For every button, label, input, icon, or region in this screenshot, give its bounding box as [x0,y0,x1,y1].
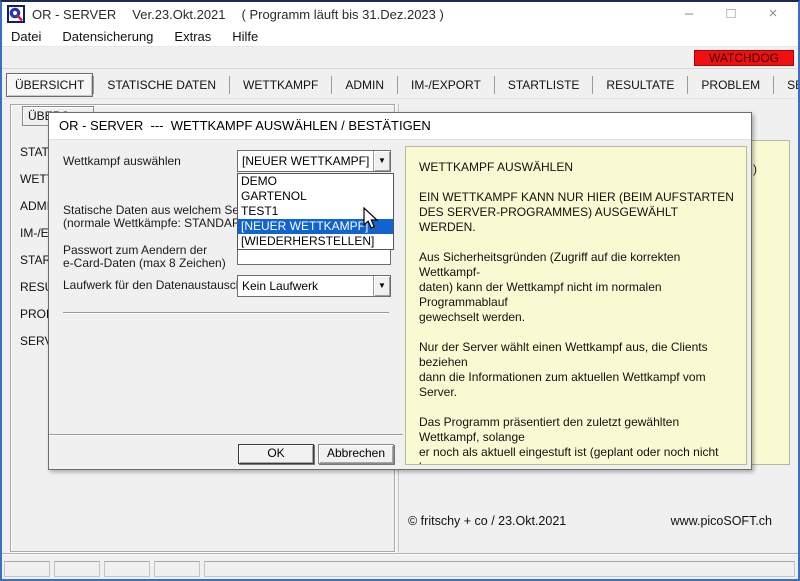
help-paragraph: EIN WETTKAMPF KANN NUR HIER (BEIM AUFSTA… [419,190,736,235]
footer-copyright: © fritschy + co / 23.Okt.2021 [408,514,566,528]
status-cell [104,561,150,577]
status-cell [154,561,200,577]
maximize-button[interactable]: □ [714,2,748,26]
close-button[interactable]: × [756,2,790,26]
menu-datei[interactable]: Datei [11,29,41,44]
app-window: OR - SERVER Ver.23.Okt.2021 ( Programm l… [0,0,800,581]
tab-service[interactable]: SERVICE [774,78,800,92]
background-clipped-text: ) [753,162,757,176]
minimize-button[interactable]: – [672,2,706,26]
menu-datensicherung[interactable]: Datensicherung [62,29,153,44]
dropdown-arrow-icon[interactable]: ▼ [373,276,390,296]
status-cell [4,561,50,577]
tab-admin[interactable]: ADMIN [332,78,397,92]
ok-button[interactable]: OK [238,444,314,464]
bg-label-admin: ADMIN [20,199,49,212]
menu-hilfe[interactable]: Hilfe [232,29,258,44]
tab-uebersicht[interactable]: ÜBERSICHT [6,73,93,97]
laufwerk-combobox-value: Kein Laufwerk [242,276,372,296]
tab-startliste[interactable]: STARTLISTE [495,78,593,92]
window-version: Ver.23.Okt.2021 [132,7,225,22]
dialog-body: Wettkampf auswählen [NEUER WETTKAMPF] ▼ … [49,140,751,469]
laufwerk-combobox[interactable]: Kein Laufwerk ▼ [237,275,391,297]
window-runtime-note: ( Programm läuft bis 31.Dez.2023 ) [242,7,444,22]
bg-label-resultate: RESUL [20,280,49,293]
tab-resultate[interactable]: RESULTATE [593,78,687,92]
bg-label-im-export: IM-/EX [20,226,49,239]
watchdog-badge: WATCHDOG [694,50,794,66]
cancel-button[interactable]: Abbrechen [318,444,394,464]
bottom-separator [2,553,798,555]
status-cell [204,561,795,577]
footer-website: www.picoSOFT.ch [671,514,772,528]
mouse-cursor [362,207,382,235]
menu-extras[interactable]: Extras [174,29,211,44]
wettkampf-combobox-value: [NEUER WETTKAMPF] [242,151,372,171]
bg-label-statische: STATIS [20,145,49,158]
tab-statische-daten[interactable]: STATISCHE DATEN [94,78,229,92]
dropdown-option-gartenol[interactable]: GARTENOL [238,189,393,204]
help-paragraph: Das Programm präsentiert den zuletzt gew… [419,415,736,465]
bg-label-wettkampf: WETT [20,172,49,185]
dropdown-option-demo[interactable]: DEMO [238,174,393,189]
dropdown-arrow-icon[interactable]: ▼ [373,151,390,171]
title-bar: OR - SERVER Ver.23.Okt.2021 ( Programm l… [2,2,798,26]
menu-bar: Datei Datensicherung Extras Hilfe [2,26,798,46]
app-logo-icon [7,5,25,23]
wettkampf-combobox[interactable]: [NEUER WETTKAMPF] ▼ [237,150,391,172]
tab-wettkampf[interactable]: WETTKAMPF [230,78,331,92]
toolbar: WATCHDOG [2,46,798,69]
tab-problem[interactable]: PROBLEM [688,78,773,92]
laufwerk-label: Laufwerk für den Datenaustausch [63,279,242,292]
bg-label-startliste: START [20,253,49,266]
tab-im-export[interactable]: IM-/EXPORT [398,78,494,92]
help-title: WETTKAMPF AUSWÄHLEN [419,160,736,175]
wettkampf-auswaehlen-label: Wettkampf auswählen [63,155,181,168]
window-title: OR - SERVER [32,7,116,22]
dropdown-option-wiederherstellen[interactable]: [WIEDERHERSTELLEN] [238,234,393,249]
tab-bar: ÜBERSICHT STATISCHE DATEN WETTKAMPF ADMI… [2,72,798,99]
statische-daten-label: Statische Daten aus welchem Set (normale… [63,204,253,230]
bg-label-problem: PROBL [20,307,49,320]
help-paragraph: Nur der Server wählt einen Wettkampf aus… [419,340,736,400]
status-cell [54,561,100,577]
button-row-separator [49,434,403,436]
status-bar [2,558,798,579]
form-separator [63,312,389,314]
bg-label-service: SERVI [20,334,49,347]
passwort-label: Passwort zum Aendern der e-Card-Daten (m… [63,244,226,270]
wettkampf-dialog: OR - SERVER --- WETTKAMPF AUSWÄHLEN / BE… [48,112,752,470]
help-paragraph: Aus Sicherheitsgründen (Zugriff auf die … [419,250,736,325]
help-panel: WETTKAMPF AUSWÄHLEN EIN WETTKAMPF KANN N… [405,146,747,465]
dialog-title: OR - SERVER --- WETTKAMPF AUSWÄHLEN / BE… [49,113,751,140]
